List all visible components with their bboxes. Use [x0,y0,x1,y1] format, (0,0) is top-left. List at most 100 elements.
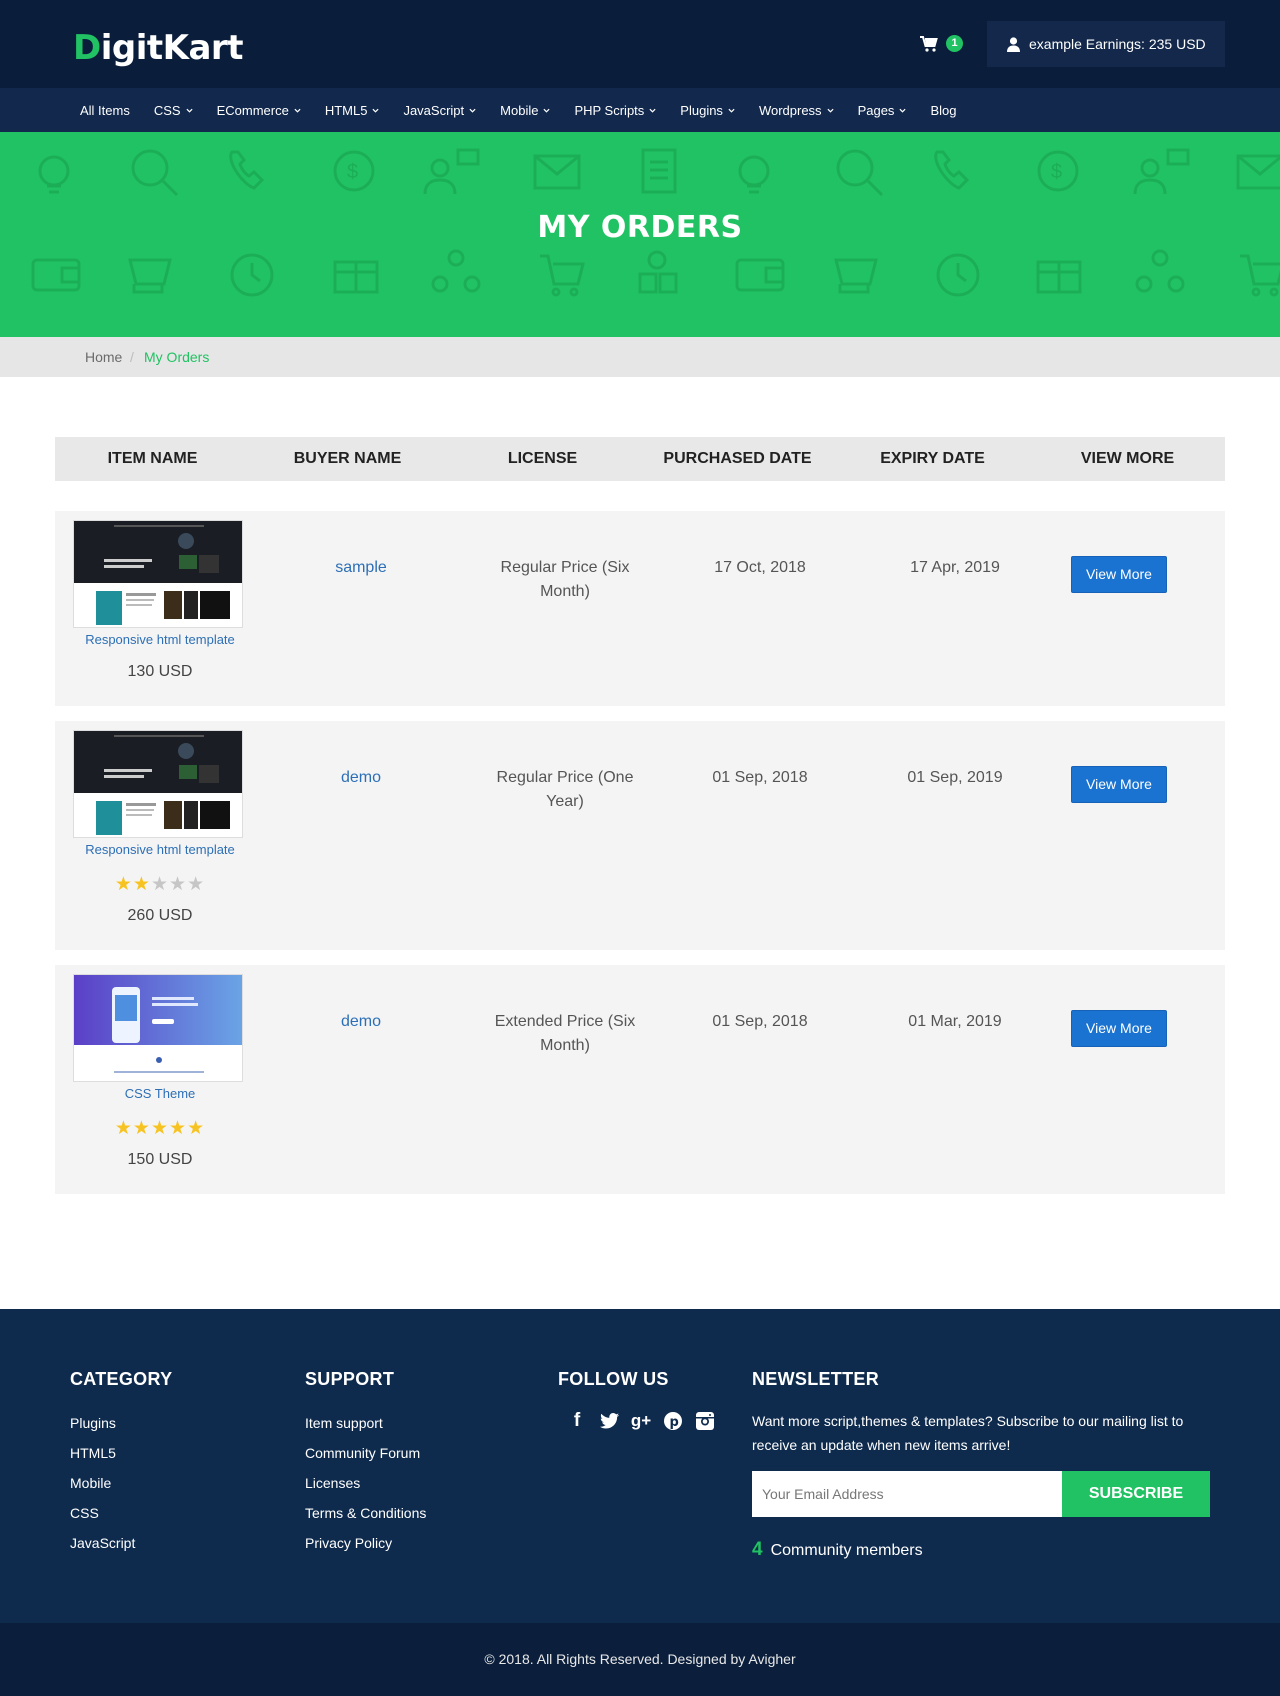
item-thumbnail[interactable] [73,520,243,628]
basket-icon [128,258,172,294]
pinterest-icon[interactable]: p [657,1409,689,1433]
chevron-down-icon [294,108,301,113]
header-view-more: VIEW MORE [1080,450,1175,467]
buyer-name-link[interactable]: demo [281,1010,441,1034]
item-title-link[interactable]: Responsive html template [55,632,265,647]
item-thumbnail[interactable] [73,974,243,1082]
buyer-name-link[interactable]: sample [281,556,441,580]
svg-text:$: $ [347,161,358,183]
phone-icon [229,150,265,190]
footer-link[interactable]: JavaScript [70,1533,135,1563]
footer-link[interactable]: Mobile [70,1473,135,1503]
cart-icon [920,36,938,52]
chevron-down-icon [728,108,735,113]
item-thumbnail[interactable] [73,730,243,838]
star-filled-icon: ★ [114,874,133,895]
nav-item-pages[interactable]: Pages [858,103,907,118]
nav-item-blog[interactable]: Blog [930,103,956,118]
lightbulb-icon-2 [738,155,770,194]
nav-item-plugins[interactable]: Plugins [680,103,735,118]
user-earnings-button[interactable]: example Earnings: 235 USD [987,21,1225,67]
svg-text:p: p [670,1415,679,1430]
footer-link[interactable]: Plugins [70,1413,135,1443]
facebook-icon[interactable]: f [561,1409,593,1433]
footer-follow-title: FOLLOW US [558,1369,669,1389]
page-title: MY ORDERS [537,210,743,245]
nav-item-javascript[interactable]: JavaScript [403,103,476,118]
footer-link[interactable]: Item support [305,1413,426,1443]
view-more-button[interactable]: View More [1071,1010,1167,1047]
rating-stars: ★★★★★ [55,873,265,896]
newsletter-description: Want more script,themes & templates? Sub… [752,1413,1184,1453]
star-empty-icon: ★ [169,874,188,895]
cart-button[interactable]: 1 [920,34,970,56]
star-filled-icon: ★ [132,1118,151,1139]
nav-item-php-scripts[interactable]: PHP Scripts [574,103,656,118]
license-line-2: Year) [546,793,584,810]
nav-item-css[interactable]: CSS [154,103,193,118]
breadcrumb-home-link[interactable]: Home [85,349,122,365]
nav-item-html5[interactable]: HTML5 [325,103,380,118]
mail-icon-2 [1236,154,1280,190]
nav-item-all-items[interactable]: All Items [80,103,130,118]
community-count: 4 [752,1539,763,1560]
nav-item-label: CSS [153,102,181,118]
footer-category-title: CATEGORY [70,1369,173,1389]
site-logo[interactable]: DigitKart [73,28,243,68]
footer-link[interactable]: Terms & Conditions [305,1503,426,1533]
star-filled-icon: ★ [187,1118,206,1139]
footer-support-links: Item support Community Forum Licenses Te… [305,1413,426,1563]
template-preview-image [74,731,242,837]
chat-user-icon [423,148,480,195]
chevron-down-icon [543,108,551,113]
buyer-name-link[interactable]: demo [281,766,441,790]
table-row: Responsive html template ★★★★★ 260 USD d… [55,721,1225,950]
item-title-link[interactable]: CSS Theme [55,1086,265,1101]
network-icon [431,249,481,293]
footer-link[interactable]: Community Forum [305,1443,426,1473]
user-icon [1007,36,1020,52]
logo-text: igitKart [100,28,244,68]
footer-link[interactable]: Licenses [305,1473,426,1503]
basket-icon-2 [834,258,878,294]
item-title-link[interactable]: Responsive html template [55,842,265,857]
footer-link[interactable]: Privacy Policy [305,1533,426,1563]
footer-newsletter-title: NEWSLETTER [752,1369,879,1389]
copyright-bar: © 2018. All Rights Reserved. Designed by… [0,1623,1280,1696]
footer-link[interactable]: HTML5 [70,1443,135,1473]
view-more-button[interactable]: View More [1071,556,1167,593]
chevron-down-icon [372,108,380,113]
footer-support-title: SUPPORT [305,1369,395,1389]
subscribe-button[interactable]: SUBSCRIBE [1062,1471,1210,1517]
star-filled-icon: ★ [150,1118,170,1139]
newsletter-email-input[interactable] [752,1471,1062,1517]
google-plus-icon[interactable]: g+ [625,1409,657,1433]
star-filled-icon: ★ [169,1118,188,1139]
footer-link[interactable]: CSS [70,1503,135,1533]
twitter-icon[interactable] [593,1409,625,1433]
purchased-date: 01 Sep, 2018 [712,769,808,786]
search-icon-2 [836,149,884,197]
header-license: LICENSE [507,450,578,467]
mail-icon [533,154,581,190]
document-icon [641,148,677,194]
page-hero: $ $ MY ORDERS [0,132,1280,337]
item-price: 150 USD [127,1151,193,1168]
star-filled-icon: ★ [132,874,151,895]
expiry-date: 17 Apr, 2019 [910,559,1000,576]
view-more-button[interactable]: View More [1071,766,1167,803]
team-icon [638,250,678,294]
app-theme-preview-image [74,975,242,1081]
nav-item-label: Wordpress [758,102,822,118]
instagram-icon[interactable] [689,1409,721,1433]
item-price: 260 USD [127,907,193,924]
license-line-1: Extended Price (Six [494,1013,636,1030]
nav-item-wordpress[interactable]: Wordpress [759,103,834,118]
license-line-2: Month) [540,583,590,600]
nav-item-ecommerce[interactable]: ECommerce [217,103,301,118]
logo-initial: D [73,28,101,68]
clock-icon-2 [936,253,980,297]
nav-item-mobile[interactable]: Mobile [500,103,551,118]
nav-list: All Items CSS ECommerce HTML5 JavaScript Mobi… [80,88,980,132]
chevron-down-icon [186,108,193,113]
